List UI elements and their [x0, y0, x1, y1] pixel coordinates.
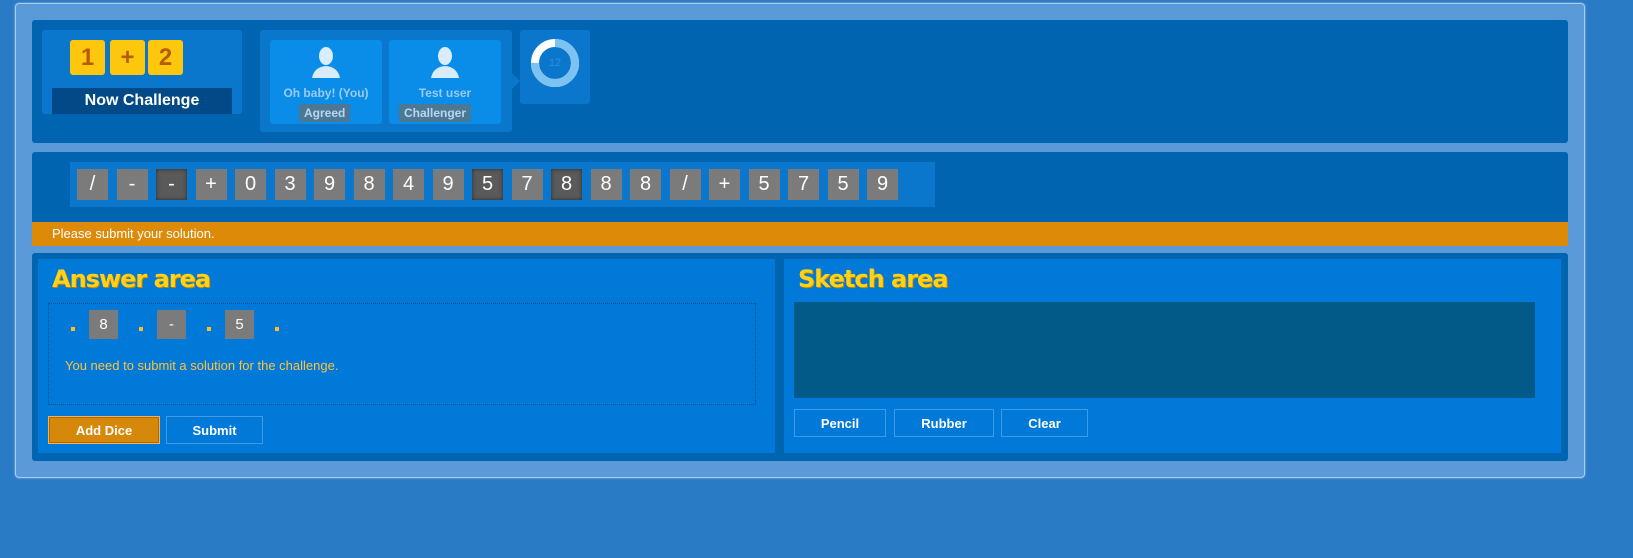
player-status-badge: Agreed [299, 104, 351, 122]
player-status-badge: Challenger [399, 104, 472, 122]
dice-pool-panel: / - - +0 3 9 8 4 9 5 7 8 8 8/+5 7 5 9 Please submit your… [32, 152, 1568, 246]
timer-value: 12 [548, 57, 562, 69]
answer-die[interactable]: 5 [225, 310, 254, 339]
pool-die[interactable]: 3 [274, 169, 306, 200]
rubber-button[interactable]: Rubber [894, 409, 994, 437]
pool-die[interactable]: 0 [235, 169, 266, 200]
pool-die[interactable]: 8 [590, 169, 622, 200]
work-panel: Answer area 8 - 5 You need to submit a s… [32, 253, 1568, 461]
pool-die[interactable]: 4 [393, 169, 424, 200]
pencil-button[interactable]: Pencil [794, 409, 886, 437]
pool-die[interactable]: 7 [511, 169, 543, 200]
answer-hint: You need to submit a solution for the ch… [65, 358, 339, 373]
dice-strip: / - - +0 3 9 8 4 9 5 7 8 8 8/+5 7 5 9 [70, 162, 935, 207]
challenge-die: 2 [148, 40, 183, 75]
sketch-area: Sketch area Pencil Rubber Clear [784, 259, 1561, 453]
pool-die[interactable]: 7 [788, 169, 819, 200]
pool-die[interactable]: 5 [748, 169, 780, 200]
pool-die[interactable]: 9 [867, 169, 898, 200]
pool-die[interactable]: - [116, 169, 148, 200]
user-avatar-icon [312, 47, 340, 78]
add-dice-button[interactable]: Add Dice [48, 416, 160, 444]
challenge-die: + [110, 40, 145, 75]
pool-die[interactable]: + [709, 169, 740, 200]
player-card[interactable]: Test user Challenger [389, 40, 501, 124]
status-message: Please submit your solution. [32, 222, 1568, 246]
answer-area: Answer area 8 - 5 You need to submit a s… [38, 259, 775, 453]
sketch-canvas[interactable] [794, 302, 1535, 398]
pool-die[interactable]: 5 [827, 169, 859, 200]
challenge-box: 1 + 2 Now Challenge [42, 30, 242, 114]
answer-die[interactable]: - [157, 310, 186, 339]
player-card[interactable]: Oh baby! (You) Agreed [270, 40, 382, 124]
submit-button[interactable]: Submit [166, 416, 263, 444]
pool-die[interactable]: - [156, 169, 187, 200]
answer-area-title: Answer area [52, 265, 211, 293]
pool-die[interactable]: 8 [551, 169, 582, 200]
pool-die[interactable]: 8 [630, 169, 661, 200]
timer-box: 12 [520, 30, 590, 104]
pool-die[interactable]: + [195, 169, 227, 200]
pool-die[interactable]: 5 [472, 169, 503, 200]
game-frame: 1 + 2 Now Challenge Oh baby! (You) Agree… [15, 3, 1585, 478]
pool-die[interactable]: / [669, 169, 701, 200]
clear-button[interactable]: Clear [1001, 409, 1088, 437]
user-avatar-icon [431, 47, 459, 78]
player-name: Test user [418, 86, 472, 100]
drop-slot[interactable] [71, 327, 75, 331]
drop-slot[interactable] [139, 327, 143, 331]
drop-slot[interactable] [275, 327, 279, 331]
header-panel: 1 + 2 Now Challenge Oh baby! (You) Agree… [32, 20, 1568, 143]
challenge-label: Now Challenge [52, 88, 232, 114]
answer-drop-zone[interactable]: 8 - 5 You need to submit a solution for … [48, 303, 756, 405]
players-box: Oh baby! (You) Agreed Test user Challeng… [260, 30, 520, 132]
answer-die[interactable]: 8 [89, 310, 118, 339]
pool-die[interactable]: 9 [314, 169, 345, 200]
player-name: Oh baby! (You) [283, 86, 369, 100]
pool-die[interactable]: 8 [353, 169, 385, 200]
drop-slot[interactable] [207, 327, 211, 331]
challenge-die: 1 [70, 40, 105, 75]
pool-die[interactable]: 9 [432, 169, 464, 200]
sketch-area-title: Sketch area [798, 265, 949, 293]
pool-die[interactable]: / [77, 169, 108, 200]
